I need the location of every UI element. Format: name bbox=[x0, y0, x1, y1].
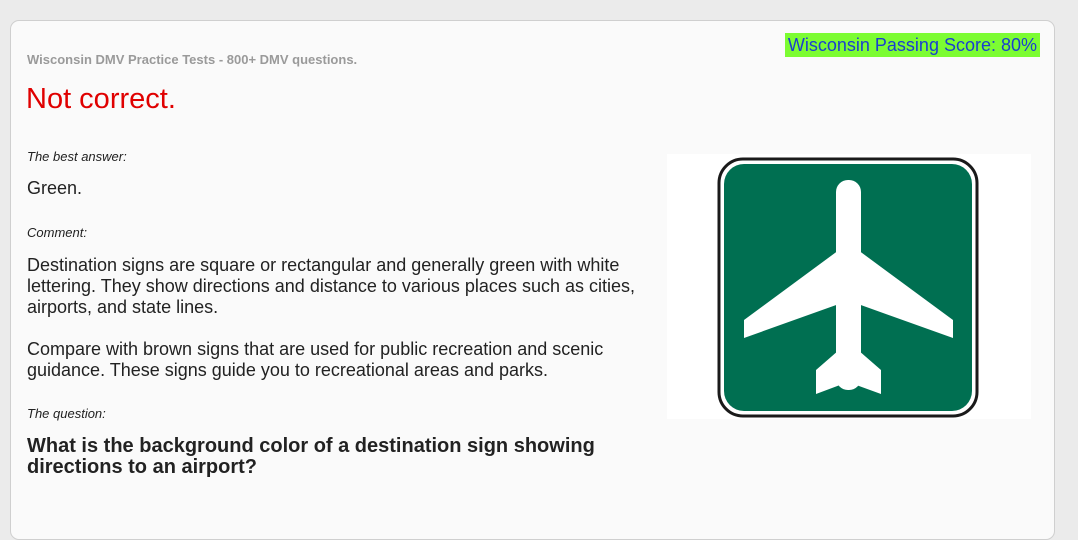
comment-paragraph: Compare with brown signs that are used f… bbox=[27, 339, 604, 380]
passing-score-badge: Wisconsin Passing Score: 80% bbox=[784, 33, 1040, 57]
comment-label: Comment: bbox=[27, 225, 87, 240]
best-answer-text: Green. bbox=[27, 178, 83, 198]
sign-image bbox=[667, 154, 1031, 419]
comment-body: Destination signs are square or rectangu… bbox=[27, 255, 652, 402]
question-text: What is the background color of a destin… bbox=[27, 435, 595, 478]
question-label: The question: bbox=[27, 406, 106, 421]
site-title: Wisconsin DMV Practice Tests - 800+ DMV … bbox=[27, 52, 358, 67]
result-heading: Not correct. bbox=[26, 83, 176, 115]
best-answer-label: The best answer: bbox=[27, 149, 127, 164]
result-card: Wisconsin DMV Practice Tests - 800+ DMV … bbox=[10, 20, 1055, 540]
comment-paragraph: Destination signs are square or rectangu… bbox=[27, 255, 635, 317]
airport-sign-icon bbox=[717, 157, 979, 418]
